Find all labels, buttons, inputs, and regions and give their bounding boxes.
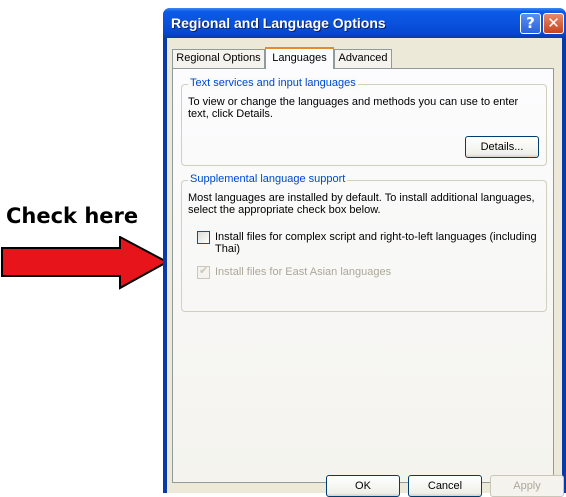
dialog-client-area: Regional Options Languages Advanced Text… [167,38,564,497]
title-bar[interactable]: Regional and Language Options ? ✕ [163,8,566,38]
dialog-window: Regional and Language Options ? ✕ Region… [163,8,566,497]
text-services-group: Text services and input languages To vie… [181,77,547,166]
close-button[interactable]: ✕ [543,13,564,34]
tab-regional-options[interactable]: Regional Options [172,49,265,68]
supplemental-title: Supplemental language support [188,173,348,185]
east-asian-label: Install files for East Asian languages [215,266,392,278]
supplemental-language-group: Supplemental language support Most langu… [181,173,547,312]
annotation-label: Check here [6,204,139,228]
ok-button[interactable]: OK [326,475,400,497]
window-title: Regional and Language Options [171,15,386,31]
text-services-description: To view or change the languages and meth… [188,96,519,120]
east-asian-checkbox: ✔ [197,264,210,279]
text-services-title: Text services and input languages [188,77,358,89]
cancel-button[interactable]: Cancel [408,475,482,497]
help-button[interactable]: ? [520,13,541,34]
complex-script-checkbox[interactable] [197,231,210,244]
tab-languages[interactable]: Languages [265,47,334,69]
tab-advanced[interactable]: Advanced [334,49,392,68]
supplemental-description: Most languages are installed by default.… [188,192,535,216]
languages-tab-panel: Text services and input languages To vie… [172,68,554,483]
complex-script-label[interactable]: Install files for complex script and rig… [215,231,555,255]
apply-button: Apply [490,475,564,497]
checkmark-icon: ✔ [199,264,209,277]
red-arrow-icon [1,236,170,290]
details-button[interactable]: Details... [465,136,539,158]
